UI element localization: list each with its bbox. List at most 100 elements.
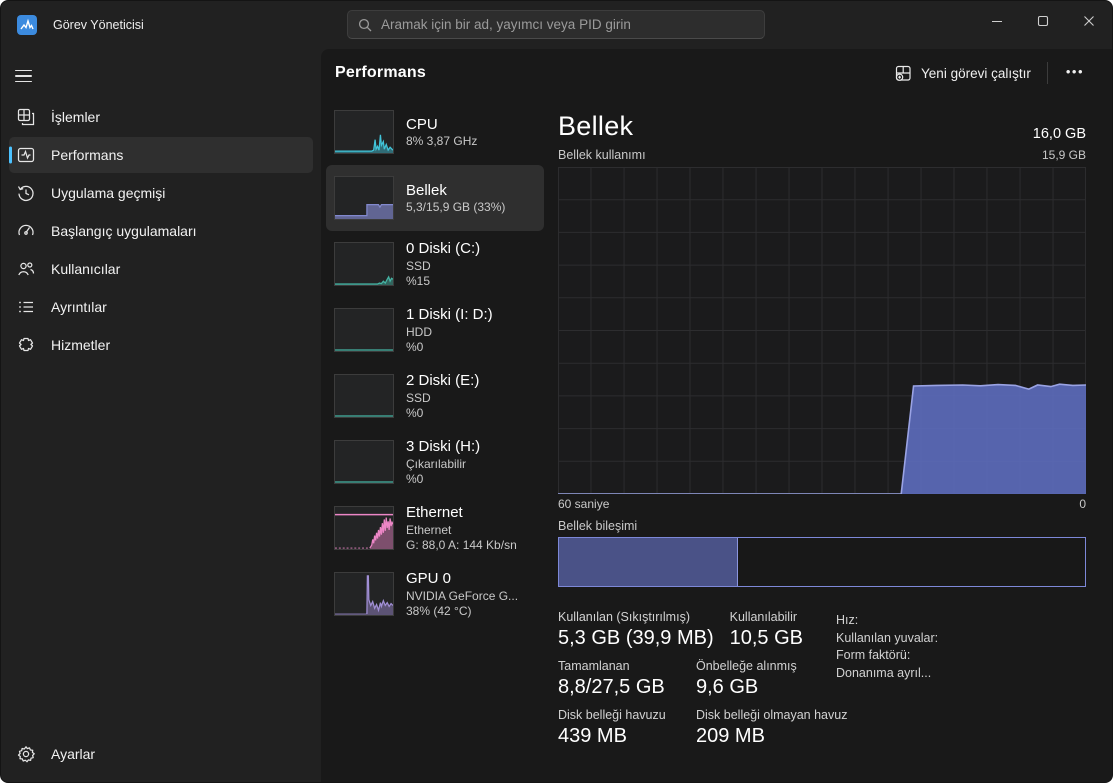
sidebar-item-label: Uygulama geçmişi (51, 185, 166, 201)
sidebar-item-services[interactable]: Hizmetler (9, 327, 313, 363)
processes-icon (17, 108, 35, 126)
app-history-icon (17, 185, 34, 202)
disk1-mini-graph (334, 308, 394, 352)
perf-item-subtitle: 5,3/15,9 GB (33%) (406, 200, 506, 215)
gear-icon (17, 746, 35, 763)
perf-item-subtitle: %15 (406, 274, 431, 288)
services-icon (18, 337, 34, 352)
performance-list: CPU 8% 3,87 GHz Bellek 5,3/15,9 GB (33%) 0 D… (326, 99, 544, 782)
startup-apps-icon (18, 224, 34, 236)
close-button[interactable] (1066, 1, 1112, 41)
stat-cell: Kullanılan (Sıkıştırılmış) 5,3 GB (39,9 M… (558, 610, 714, 650)
stat-cell: Önbelleğe alınmış 9,6 GB (696, 659, 818, 699)
selection-accent (9, 299, 12, 316)
perf-item-subtitle: Çıkarılabilir (406, 456, 467, 471)
sidebar-item-settings[interactable]: Ayarlar (9, 736, 313, 772)
perf-item-subtitle: NVIDIA GeForce G... (406, 588, 519, 603)
stat-label: Önbelleğe alınmış (696, 659, 797, 673)
axis-right-label: 0 (1079, 497, 1086, 511)
maximize-button[interactable] (1020, 1, 1066, 41)
disk3-mini-graph (334, 440, 394, 484)
perf-item-title: Ethernet (406, 504, 463, 521)
disk0-mini-graph (334, 242, 394, 286)
sidebar-item-users[interactable]: Kullanıcılar (9, 251, 313, 287)
hamburger-menu-icon[interactable] (9, 59, 49, 93)
axis-left-label: 60 saniye (558, 497, 610, 511)
perf-item-subtitle: G: 88,0 A: 144 Kb/sn (406, 538, 517, 552)
memory-composition-bar (558, 537, 1086, 587)
sidebar-item-label: İşlemler (51, 109, 101, 125)
selection-accent (9, 146, 12, 164)
disk2-mini-graph (334, 374, 394, 418)
selection-accent (9, 261, 12, 278)
hardware-info-labels: Hız: Kullanılan yuvalar: Form faktörü: Dona… (836, 612, 938, 682)
perf-list-item-disk1[interactable]: 1 Diski (I: D:) HDD %0 (326, 297, 544, 363)
memory-mini-graph (334, 176, 394, 220)
perf-list-item-disk0[interactable]: 0 Diski (C:) SSD %15 (326, 231, 544, 297)
search-icon (358, 18, 372, 31)
stat-cell: Kullanılabilir 10,5 GB (730, 610, 852, 650)
stat-value: 10,5 GB (729, 627, 804, 649)
selection-accent (9, 185, 12, 202)
perf-item-title: Bellek (406, 181, 447, 199)
perf-list-item-disk2[interactable]: 2 Diski (E:) SSD %0 (326, 363, 544, 429)
stat-label: Kullanılabilir (729, 610, 798, 624)
memory-total: 16,0 GB (1032, 126, 1086, 142)
page-title: Performans (335, 64, 426, 81)
more-options-icon[interactable]: ••• (1054, 58, 1096, 89)
stat-cell: Disk belleği olmayan havuz 209 MB (696, 708, 847, 748)
memory-stats: Hız: Kullanılan yuvalar: Form faktörü: Dona… (558, 610, 1086, 748)
perf-list-item-ethernet[interactable]: Ethernet Ethernet G: 88,0 A: 144 Kb/sn (326, 495, 544, 561)
perf-item-title: 0 Diski (C:) (406, 240, 481, 257)
perf-item-subtitle: 8% 3,87 GHz (406, 134, 478, 149)
selection-accent (9, 109, 12, 126)
sidebar: İşlemler Performans Uygulama geçmişi Başlan… (1, 49, 321, 782)
hardware-info-label: Form faktörü: (836, 648, 911, 662)
perf-list-item-gpu0[interactable]: GPU 0 NVIDIA GeForce G... 38% (42 °C) (326, 561, 544, 627)
content-header: Performans Yeni görevi çalıştır ••• (321, 49, 1112, 97)
stat-row: Kullanılan (Sıkıştırılmış) 5,3 GB (39,9 M… (558, 610, 1086, 650)
stat-cell: Disk belleği havuzu 439 MB (558, 708, 680, 748)
usage-chart-max: 15,9 GB (1041, 148, 1086, 162)
perf-item-title: 3 Diski (H:) (406, 438, 481, 455)
users-icon (18, 262, 35, 276)
stat-value: 8,8/27,5 GB (558, 676, 665, 698)
sidebar-item-details[interactable]: Ayrıntılar (9, 289, 313, 325)
sidebar-item-startup[interactable]: Başlangıç uygulamaları (9, 213, 313, 249)
content-panel: Performans Yeni görevi çalıştır ••• CPU 8… (321, 49, 1112, 782)
window-controls (974, 1, 1112, 41)
hardware-info-label: Hız: (836, 613, 859, 627)
sidebar-item-history[interactable]: Uygulama geçmişi (9, 175, 313, 211)
stat-row: Tamamlanan 8,8/27,5 GB Önbelleğe alınmış 9,… (558, 659, 1086, 699)
hardware-info-label: Donanıma ayrıl... (836, 665, 932, 680)
sidebar-item-performance[interactable]: Performans (9, 137, 313, 173)
perf-list-item-memory[interactable]: Bellek 5,3/15,9 GB (33%) (326, 165, 544, 231)
hardware-info-label: Kullanılan yuvalar: (836, 630, 939, 645)
perf-item-title: 1 Diski (I: D:) (406, 306, 493, 323)
selection-accent (9, 223, 12, 240)
run-new-task-button[interactable]: Yeni görevi çalıştır (885, 58, 1041, 89)
header-divider (1046, 62, 1048, 84)
details-icon (19, 301, 33, 313)
stat-value: 5,3 GB (39,9 MB) (558, 627, 714, 649)
stat-label: Kullanılan (Sıkıştırılmış) (558, 610, 690, 624)
app-title: Görev Yöneticisi (53, 18, 144, 32)
sidebar-item-label: Ayrıntılar (51, 299, 107, 315)
ethernet-mini-graph (334, 506, 394, 550)
perf-list-item-cpu[interactable]: CPU 8% 3,87 GHz (326, 99, 544, 165)
search-box[interactable] (347, 10, 765, 39)
perf-item-subtitle: SSD (406, 258, 431, 273)
gpu0-mini-graph (334, 572, 394, 616)
perf-item-subtitle: %0 (406, 472, 424, 486)
search-input[interactable] (381, 17, 754, 32)
perf-list-item-disk3[interactable]: 3 Diski (H:) Çıkarılabilir %0 (326, 429, 544, 495)
memory-composition-used (559, 538, 738, 586)
run-new-task-label: Yeni görevi çalıştır (921, 65, 1031, 81)
performance-icon (17, 147, 35, 163)
minimize-button[interactable] (974, 1, 1020, 41)
perf-item-title: CPU (406, 115, 438, 133)
perf-item-subtitle: 38% (42 °C) (406, 604, 472, 618)
perf-item-subtitle: HDD (406, 324, 432, 339)
perf-item-subtitle: Ethernet (406, 522, 452, 537)
sidebar-item-processes[interactable]: İşlemler (9, 99, 313, 135)
